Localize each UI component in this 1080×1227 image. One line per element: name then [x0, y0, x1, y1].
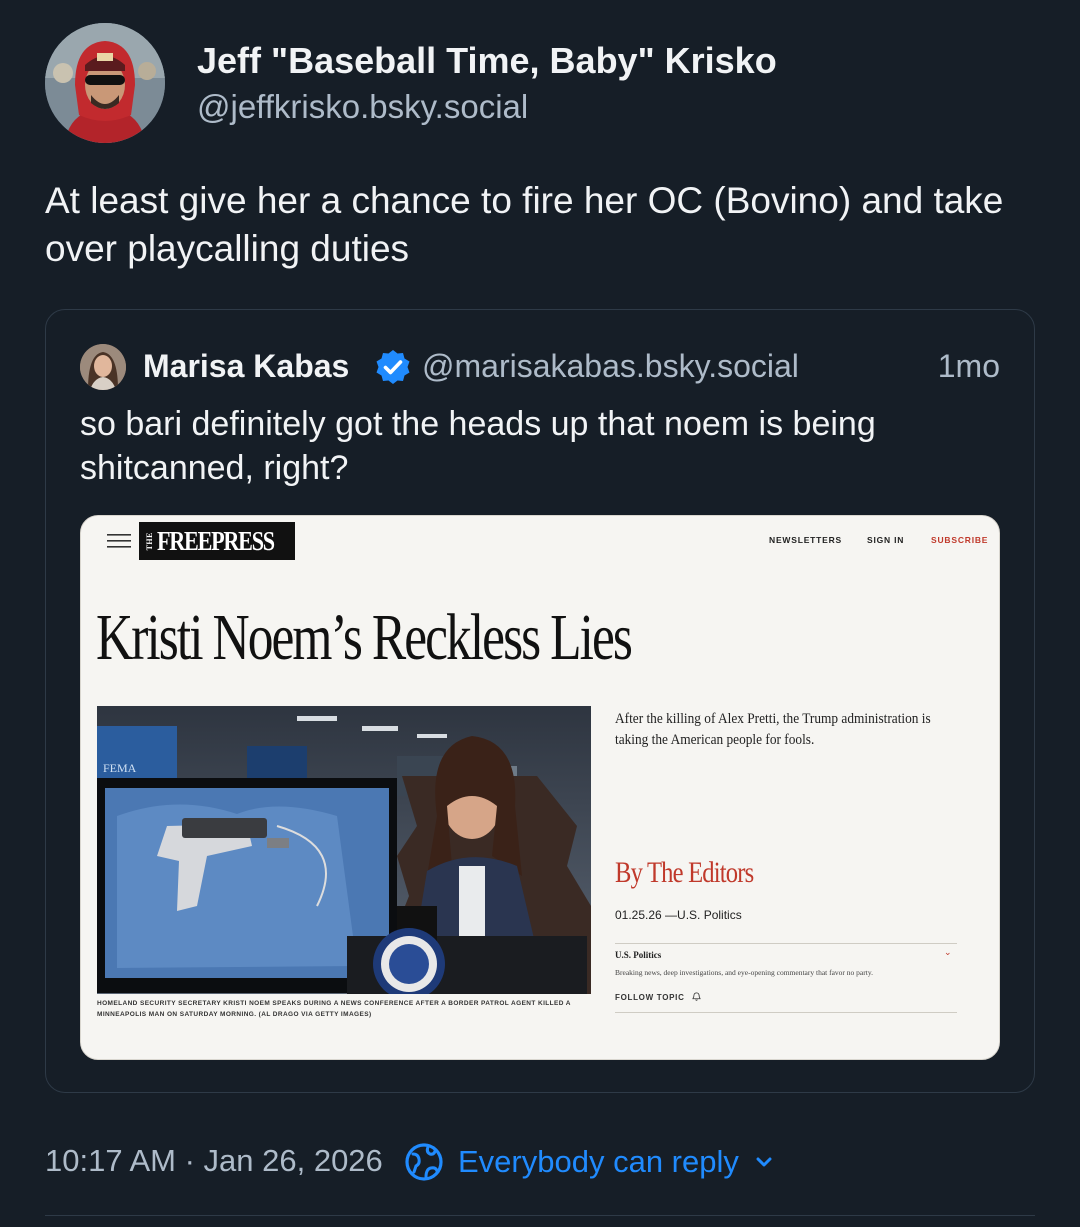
article-topic: U.S. Politics	[615, 950, 662, 960]
post-timestamp[interactable]: 10:17 AM · Jan 26, 2026	[45, 1143, 383, 1179]
author-display-name[interactable]: Jeff "Baseball Time, Baby" Krisko	[197, 40, 777, 82]
chevron-down-icon: ⌄	[944, 947, 952, 957]
article-dek: After the killing of Alex Pretti, the Tr…	[615, 711, 931, 748]
chevron-down-icon	[756, 1157, 772, 1167]
nav-subscribe: SUBSCRIBE	[931, 535, 989, 545]
divider	[615, 1012, 957, 1013]
article-photo-caption: HOMELAND SECURITY SECRETARY KRISTI NOEM …	[97, 1000, 571, 1018]
follow-topic-text: FOLLOW TOPIC	[615, 993, 685, 1002]
quoted-post-image[interactable]: THE FREEPRESS NEWSLETTERS SIGN IN SUBSCR…	[80, 515, 1000, 1060]
nav-sign-in: SIGN IN	[867, 535, 905, 545]
divider	[45, 1215, 1035, 1216]
article-byline: By The Editors	[615, 856, 754, 889]
verified-check-icon	[374, 348, 412, 386]
quoted-post-text: so bari definitely got the heads up that…	[80, 405, 876, 487]
author-avatar-image	[45, 23, 165, 143]
post-thread-item: Jeff "Baseball Time, Baby" Krisko @jeffk…	[0, 0, 1080, 1227]
author-avatar[interactable]	[45, 23, 165, 143]
freepress-logo-word: FREEPRESS	[157, 525, 275, 556]
hamburger-menu-icon	[107, 534, 131, 548]
reply-settings-button[interactable]: Everybody can reply	[404, 1140, 775, 1184]
quoted-post-card[interactable]: Marisa Kabas @marisakabas.bsky.social 1m…	[45, 309, 1035, 1093]
quoted-author-name[interactable]: Marisa Kabas	[143, 348, 349, 385]
post-text: At least give her a chance to fire her O…	[45, 180, 1004, 269]
article-topic-description: Breaking news, deep investigations, and …	[615, 968, 873, 977]
follow-topic-label: FOLLOW TOPIC	[615, 992, 701, 1002]
bell-icon	[691, 992, 701, 1001]
photo-fema-sign: FEMA	[103, 761, 137, 775]
divider	[615, 943, 957, 944]
quoted-author-avatar-image	[80, 344, 126, 390]
article-headline: Kristi Noem’s Reckless Lies	[96, 601, 633, 674]
quoted-post-age[interactable]: 1mo	[938, 348, 1000, 385]
globe-reply-icon	[405, 1143, 443, 1181]
article-dateline: 01.25.26 —U.S. Politics	[615, 908, 742, 922]
author-handle[interactable]: @jeffkrisko.bsky.social	[197, 88, 528, 126]
freepress-logo-the: THE	[145, 531, 154, 551]
reply-settings-label: Everybody can reply	[458, 1144, 739, 1179]
article-photo: FEMA	[97, 706, 591, 994]
nav-newsletters: NEWSLETTERS	[769, 535, 843, 545]
freepress-logo: THE FREEPRESS	[139, 522, 295, 560]
article-photo-image: FEMA	[97, 706, 591, 994]
quoted-author-avatar[interactable]	[80, 344, 126, 390]
quoted-author-handle[interactable]: @marisakabas.bsky.social	[422, 348, 799, 385]
